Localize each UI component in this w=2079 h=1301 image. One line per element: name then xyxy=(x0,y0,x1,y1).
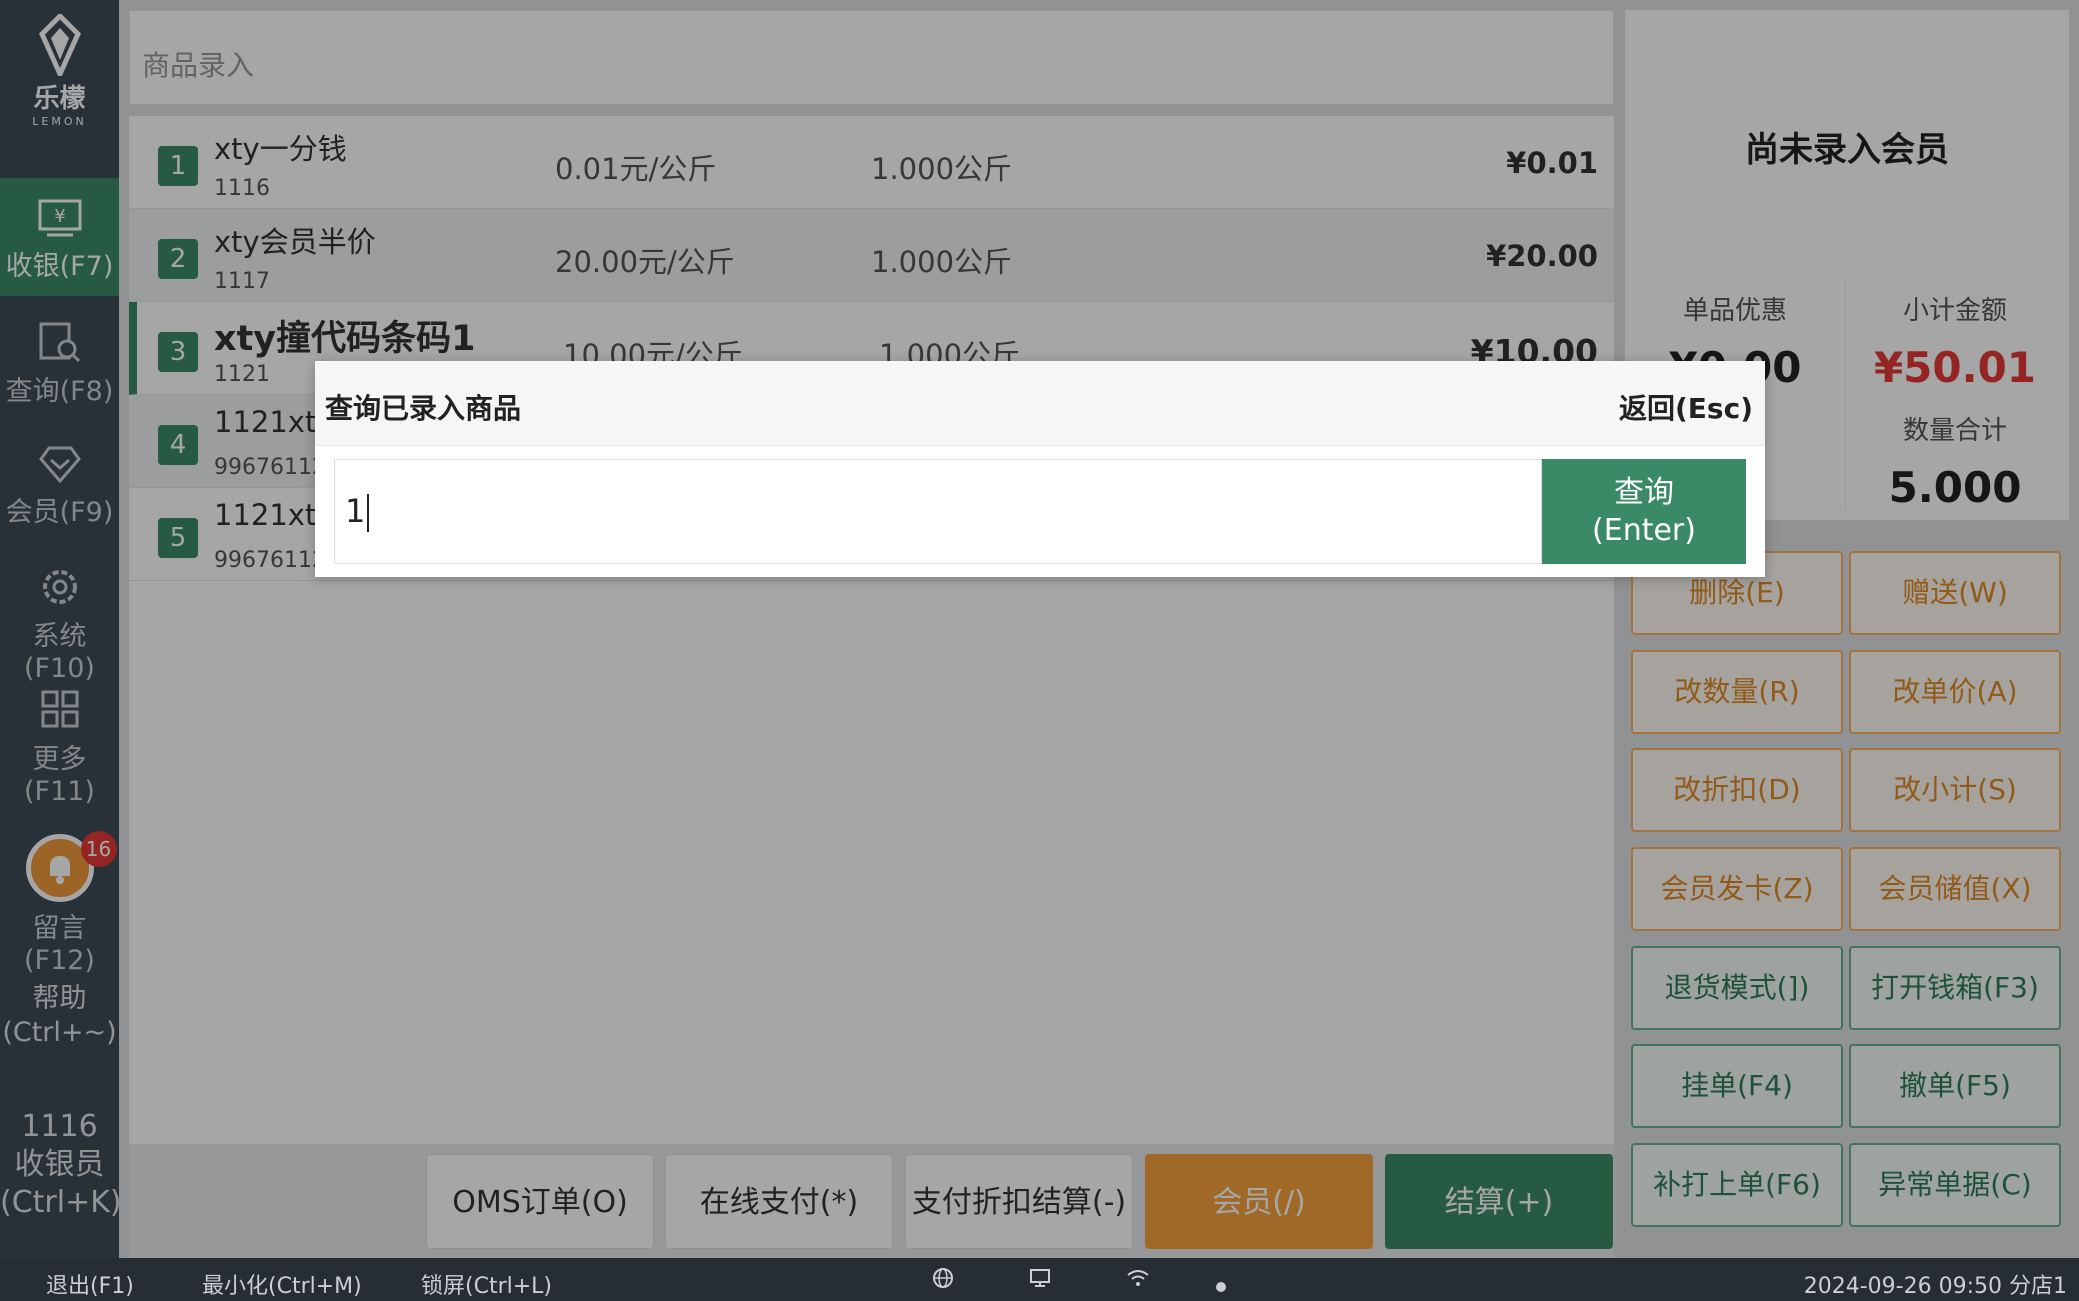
query-search-button[interactable]: 查询 (Enter) xyxy=(1542,459,1746,564)
exit-button[interactable]: 退出(F1) xyxy=(46,1268,134,1300)
text-caret xyxy=(367,494,370,532)
dialog-header: 查询已录入商品 返回(Esc) xyxy=(315,361,1765,446)
query-input[interactable]: 1 xyxy=(334,459,1542,564)
status-bar: 退出(F1) 最小化(Ctrl+M) 锁屏(Ctrl+L) 2024-09-26… xyxy=(0,1258,2079,1301)
globe-icon xyxy=(932,1267,954,1295)
query-input-value: 1 xyxy=(345,492,366,530)
dialog-back-button[interactable]: 返回(Esc) xyxy=(1619,387,1753,427)
wifi-icon xyxy=(1126,1267,1150,1295)
lock-screen-button[interactable]: 锁屏(Ctrl+L) xyxy=(421,1268,552,1300)
minimize-button[interactable]: 最小化(Ctrl+M) xyxy=(202,1268,362,1300)
dialog-title: 查询已录入商品 xyxy=(325,392,522,425)
search-button-shortcut: (Enter) xyxy=(1592,513,1696,548)
monitor-icon xyxy=(1029,1267,1051,1295)
query-items-dialog: 查询已录入商品 返回(Esc) 1 查询 (Enter) xyxy=(315,361,1765,577)
status-dot-icon xyxy=(1216,1273,1226,1298)
search-button-label: 查询 xyxy=(1614,475,1674,510)
datetime-store: 2024-09-26 09:50 分店1 xyxy=(1803,1274,2067,1299)
modal-overlay[interactable] xyxy=(0,0,2079,1258)
